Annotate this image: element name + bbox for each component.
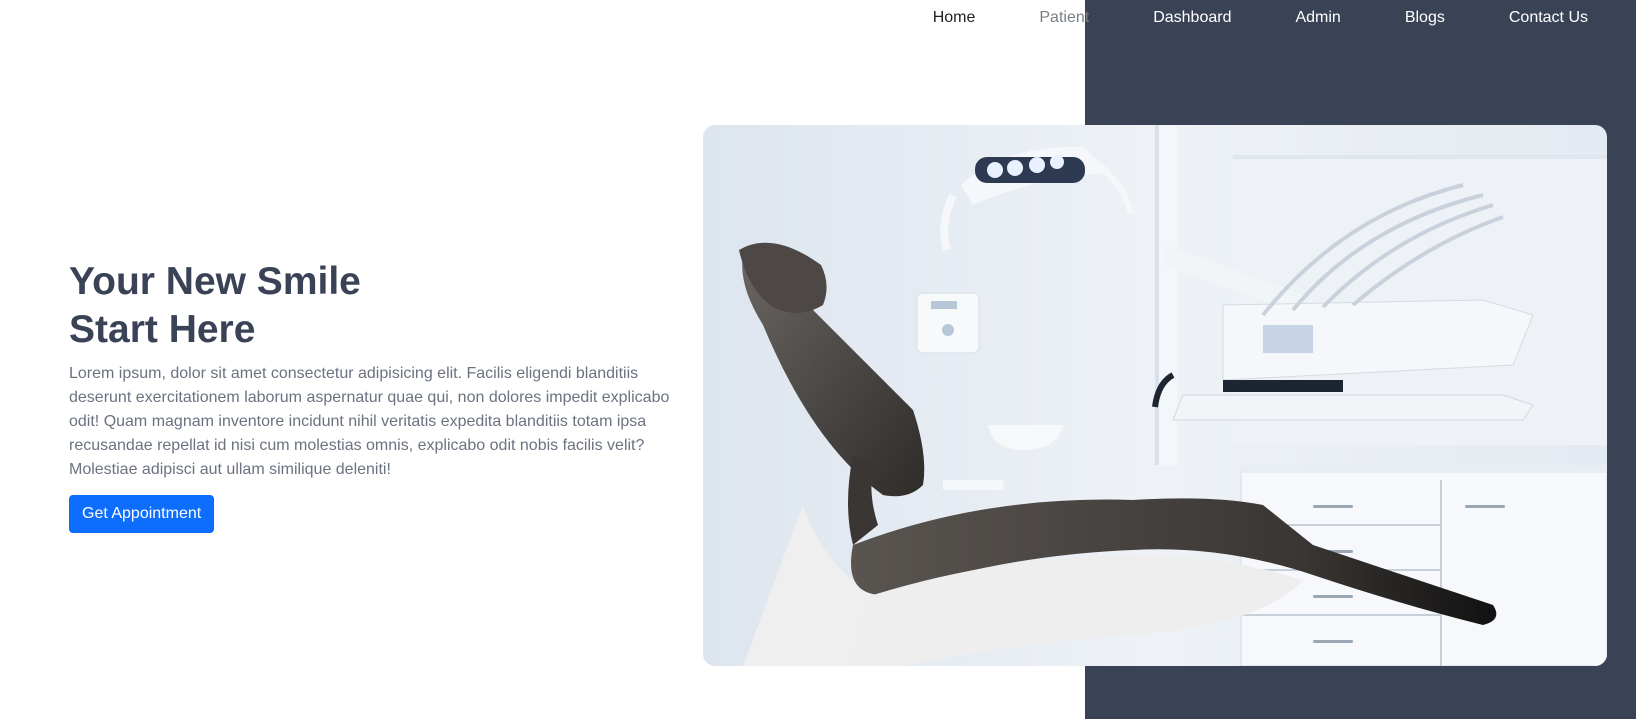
nav-link-blogs[interactable]: Blogs: [1405, 9, 1445, 27]
nav-link-admin[interactable]: Admin: [1295, 9, 1340, 27]
hero-title-line-2: Start Here: [69, 308, 256, 351]
nav-link-dashboard[interactable]: Dashboard: [1153, 9, 1231, 27]
hero-title: Your New Smile Start Here: [69, 258, 679, 354]
nav-link-home[interactable]: Home: [933, 9, 976, 27]
nav-link-patient[interactable]: Patient: [1039, 9, 1089, 27]
get-appointment-button[interactable]: Get Appointment: [69, 495, 215, 533]
nav-link-contact-us[interactable]: Contact Us: [1509, 9, 1588, 27]
hero-section: Your New Smile Start Here Lorem ipsum, d…: [69, 258, 679, 533]
hero-description: Lorem ipsum, dolor sit amet consectetur …: [69, 365, 670, 478]
hero-title-line-1: Your New Smile: [69, 260, 361, 303]
dental-clinic-image: [703, 125, 1607, 666]
main-nav: Home Patient Dashboard Admin Blogs Conta…: [933, 0, 1636, 36]
